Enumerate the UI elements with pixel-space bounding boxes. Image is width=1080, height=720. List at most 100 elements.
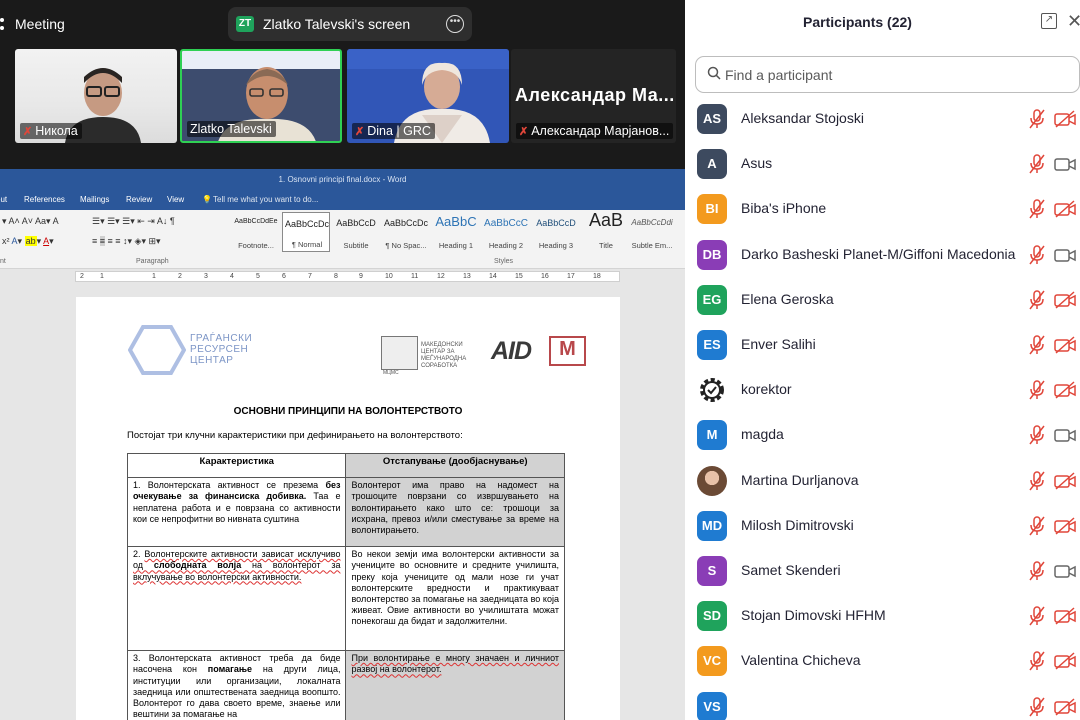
more-options-icon[interactable]: ••• (446, 15, 464, 33)
participants-title: Participants (22) (803, 14, 912, 30)
participant-search[interactable] (695, 56, 1080, 93)
participant-row[interactable]: SD Stojan Dimovski HFHM (685, 593, 1080, 638)
participant-row[interactable]: Mmagda (685, 412, 1080, 457)
camera-off-icon[interactable] (1054, 517, 1076, 535)
table-cell: Волонтерот има право на надомест на трош… (345, 477, 565, 548)
grid-icon[interactable] (0, 17, 6, 31)
mic-muted-icon[interactable] (1028, 244, 1046, 265)
font-tools[interactable]: ▾ A˄ A˅ Aa▾ A (2, 216, 59, 227)
camera-off-icon[interactable] (1054, 698, 1076, 716)
meeting-label[interactable]: Meeting (15, 16, 65, 32)
grc-logo-text: ГРАЃАНСКИ РЕСУРСЕН ЦЕНТАР (190, 333, 253, 366)
video-tile-dina[interactable]: ✗ Dina | GRC (347, 49, 509, 143)
popout-icon[interactable]: ↗ (1041, 13, 1057, 29)
video-tile-nikola[interactable]: ✗ Никола (15, 49, 177, 143)
participant-row[interactable]: EG Elena Geroska (685, 277, 1080, 322)
mic-muted-icon[interactable] (1028, 470, 1046, 491)
tell-me-search[interactable]: Tell me what you want to do... (213, 195, 318, 204)
paragraph-tools[interactable]: ☰▾ ☰▾ ☰▾ ⇤ ⇥ A↓ ¶ (92, 216, 175, 227)
mic-muted-icon[interactable] (1028, 696, 1046, 717)
style-no-spacing[interactable]: AaBbCcDc ¶ No Spac... (382, 212, 430, 252)
style-heading-1[interactable]: AaBbC Heading 1 (432, 212, 480, 252)
style-subtitle[interactable]: AaBbCcD Subtitle (332, 212, 380, 252)
participant-row[interactable]: VC Valentina Chicheva (685, 638, 1080, 683)
mic-muted-icon[interactable] (1028, 154, 1046, 174)
style-title[interactable]: AaB Title (582, 210, 630, 252)
style-footnote[interactable]: AaBbCcDdEe Footnote... (232, 212, 280, 252)
mic-muted-icon[interactable] (1028, 516, 1046, 536)
participants-panel: Participants (22) ↗ ✕ ASAleksandar Stojo… (685, 0, 1080, 720)
document-page[interactable]: ГРАЃАНСКИ РЕСУРСЕН ЦЕНТАР МАКЕДОНСКИ ЦЕНТАР… (76, 297, 620, 720)
camera-off-icon[interactable] (1054, 607, 1076, 625)
mic-muted-icon[interactable] (1028, 199, 1046, 219)
participant-row[interactable]: DB Darko Basheski Planet-M/Giffoni Macedo… (685, 232, 1080, 277)
camera-off-icon[interactable] (1054, 110, 1076, 128)
principles-table: Карактеристика Отстапување (дообјаснувањ… (126, 452, 565, 720)
participant-row[interactable]: A Asus (685, 141, 1080, 186)
participant-name: Biba's iPhone (741, 200, 827, 217)
camera-off-icon[interactable] (1054, 381, 1076, 399)
camera-icon[interactable] (1054, 426, 1076, 444)
table-cell: 2. Волонтерските активности зависат искл… (126, 546, 347, 652)
style-subtle-emphasis[interactable]: AaBbCcDdi Subtle Em... (628, 212, 680, 252)
video-tile-zlatko[interactable]: Zlatko Talevski (180, 49, 342, 143)
mcms-logo: МАКЕДОНСКИ ЦЕНТАР ЗА МЕЃУНАРОДНА СОРАБОТКА … (381, 333, 476, 376)
camera-off-icon[interactable] (1054, 652, 1076, 670)
table-header: Отстапување (дообјаснување) (345, 452, 565, 479)
search-input[interactable] (725, 65, 1065, 85)
word-title: 1. Osnovni principi final.docx - Word (0, 169, 685, 190)
screen-share-indicator[interactable]: ZT Zlatko Talevski's screen ••• (228, 7, 472, 41)
participant-name: Samet Skenderi (741, 562, 841, 578)
style-heading-3[interactable]: AaBbCcD Heading 3 (532, 212, 580, 252)
table-header: Карактеристика (126, 452, 347, 479)
participant-row[interactable]: VS (685, 684, 1080, 720)
participant-row[interactable]: ES Enver Salihi (685, 322, 1080, 367)
mic-muted-icon[interactable] (1028, 109, 1046, 129)
camera-off-icon[interactable] (1054, 336, 1076, 354)
styles-gallery: AaBbCcDdEe Footnote... AaBbCcDc ¶ Normal A… (232, 210, 680, 254)
participant-row[interactable]: Martina Durljanova (685, 458, 1080, 503)
screen-share-title: Zlatko Talevski's screen (263, 16, 411, 32)
camera-icon[interactable] (1054, 246, 1076, 264)
mic-muted-icon[interactable] (1028, 651, 1046, 671)
mic-muted-icon[interactable] (1028, 290, 1046, 310)
camera-icon[interactable] (1054, 155, 1076, 173)
tab-mailings[interactable]: Mailings (80, 195, 109, 204)
gear-check-icon (697, 375, 727, 405)
building-icon (381, 336, 418, 370)
tab-view[interactable]: View (167, 195, 184, 204)
participant-name: Stojan Dimovski HFHM (741, 607, 886, 624)
document-title: ОСНОВНИ ПРИНЦИПИ НА ВОЛОНТЕРСТВОТО (233, 406, 463, 417)
participant-name-tag: ✗ Никола (20, 123, 82, 139)
font-format-tools[interactable]: x² A▾ ab▾ A▾ (2, 236, 54, 247)
avatar: A (697, 149, 727, 180)
participant-name: Asus (741, 155, 773, 172)
close-icon[interactable]: ✕ (1067, 11, 1080, 32)
participant-row[interactable]: S Samet Skenderi (685, 548, 1080, 593)
avatar: S (697, 556, 727, 586)
mic-muted-icon[interactable] (1028, 380, 1046, 400)
table-cell: 3. Волонтерската активност треба да биде… (126, 650, 347, 720)
video-tile-aleksandar[interactable]: Александар Ма... ✗ Александар Марјанов... (511, 49, 676, 143)
tab-review[interactable]: Review (126, 195, 152, 204)
mic-muted-icon[interactable] (1028, 606, 1046, 626)
participant-name-tag: ✗ Александар Марјанов... (516, 123, 674, 139)
tab-layout[interactable]: out (0, 195, 7, 204)
horizontal-ruler[interactable]: 2 1 1 2 3 4 5 6 7 8 9 10 11 12 13 14 15 … (75, 271, 620, 282)
camera-off-icon[interactable] (1054, 291, 1076, 309)
camera-off-icon[interactable] (1054, 200, 1076, 218)
camera-icon[interactable] (1054, 562, 1076, 580)
tab-references[interactable]: References (24, 195, 65, 204)
participant-row[interactable]: BI Biba's iPhone (685, 186, 1080, 231)
group-label-font: nt (0, 258, 6, 265)
participant-row[interactable]: korektor (685, 367, 1080, 412)
alignment-tools[interactable]: ≡ ≡ ≡ ≡ ↕▾ ◈▾ ⊞▾ (92, 236, 161, 247)
participant-row[interactable]: AS Aleksandar Stojoski (685, 96, 1080, 141)
camera-off-icon[interactable] (1054, 472, 1076, 490)
mic-muted-icon[interactable] (1028, 561, 1046, 581)
style-normal[interactable]: AaBbCcDc ¶ Normal (282, 212, 330, 252)
participant-row[interactable]: MD Milosh Dimitrovski (685, 503, 1080, 548)
mic-muted-icon[interactable] (1028, 425, 1046, 445)
mic-muted-icon[interactable] (1028, 335, 1046, 355)
style-heading-2[interactable]: AaBbCcC Heading 2 (482, 212, 530, 252)
